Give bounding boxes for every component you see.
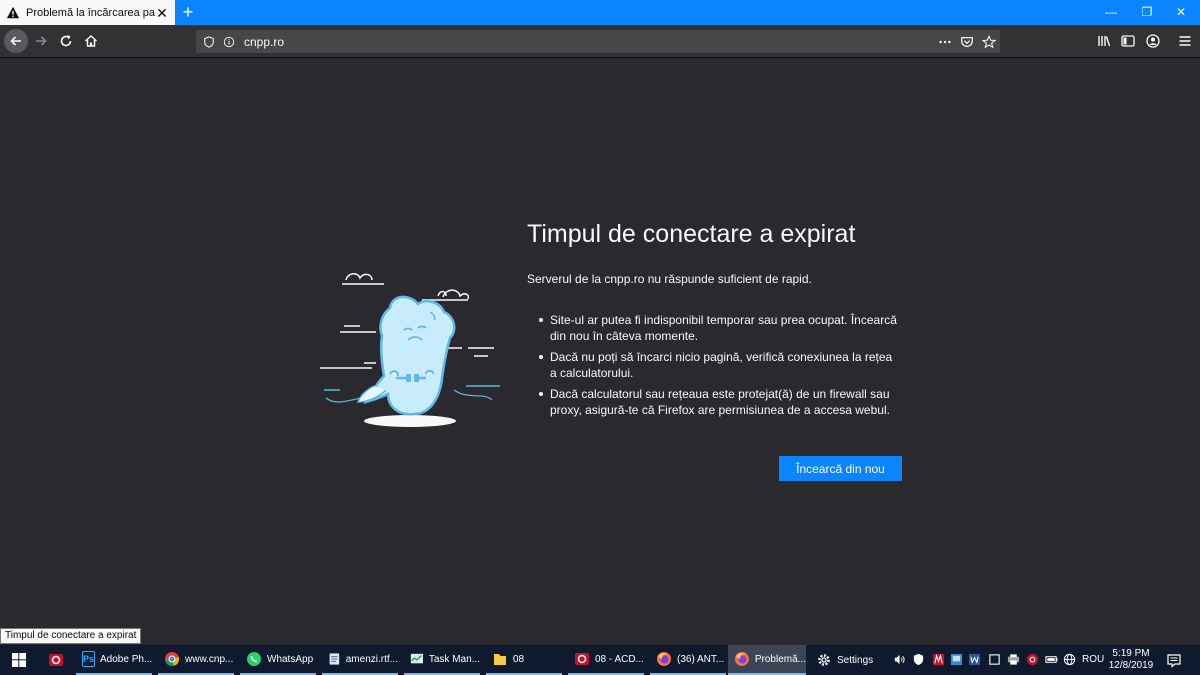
bookmark-star-icon[interactable]: [978, 31, 1000, 53]
restore-button[interactable]: ❐: [1128, 0, 1166, 25]
account-icon: [1146, 34, 1160, 48]
tooltip: Timpul de conectare a expirat: [0, 628, 142, 644]
taskbar-item-firefox-active[interactable]: Problemă...: [728, 645, 806, 675]
whatsapp-icon: [247, 652, 261, 666]
volume-icon[interactable]: [893, 653, 906, 666]
reload-icon: [60, 35, 72, 47]
document-icon: [329, 653, 340, 665]
firefox-icon: [657, 652, 671, 666]
page-actions-icon[interactable]: [934, 31, 956, 53]
printer-icon[interactable]: [1007, 653, 1020, 666]
sidebar-icon: [1121, 35, 1135, 47]
clock[interactable]: 5:19 PM 12/8/2019: [1108, 648, 1154, 672]
back-arrow-icon: [10, 36, 21, 46]
forward-button[interactable]: [29, 29, 53, 53]
gear-icon: [818, 654, 830, 666]
word-icon[interactable]: [968, 653, 981, 666]
start-button[interactable]: [0, 645, 38, 675]
folder-icon: [494, 654, 506, 665]
taskbar: Ps Adobe Ph... www.cnp... WhatsApp amenz…: [0, 645, 1200, 675]
windows-logo-icon: [12, 653, 26, 667]
battery-icon[interactable]: [1045, 653, 1058, 666]
url-bar[interactable]: cnpp.ro: [196, 30, 1000, 53]
tab-close-icon[interactable]: ✕: [155, 6, 169, 20]
list-item: Site-ul ar putea fi indisponibil tempora…: [539, 312, 900, 344]
minimize-button[interactable]: —: [1092, 0, 1130, 25]
task-manager-icon: [410, 653, 423, 664]
taskbar-item-label: WhatsApp: [267, 653, 314, 665]
browser-window: Problemă la încărcarea paginii ✕ + — ❐ ✕: [0, 0, 1200, 675]
window-icon[interactable]: [988, 653, 1001, 666]
antivirus-icon[interactable]: [932, 653, 945, 666]
taskbar-item-chrome[interactable]: www.cnp...: [158, 645, 234, 675]
clock-time: 5:19 PM: [1112, 648, 1150, 659]
taskbar-item-settings[interactable]: Settings: [810, 645, 886, 675]
taskbar-item-label: Task Man...: [428, 653, 480, 665]
language-indicator[interactable]: ROU: [1082, 645, 1104, 675]
tab-title: Problemă la încărcarea paginii: [26, 6, 155, 19]
tab-strip: Problemă la încărcarea paginii ✕ + — ❐ ✕: [0, 0, 1200, 25]
new-tab-button[interactable]: +: [178, 2, 198, 22]
menu-button[interactable]: [1173, 29, 1197, 53]
network-monitor-icon[interactable]: [950, 653, 963, 666]
error-page: Timpul de conectare a expirat Serverul d…: [0, 58, 1200, 644]
taskbar-item-task-manager[interactable]: Task Man...: [404, 645, 480, 675]
photoshop-icon: Ps: [82, 651, 96, 667]
taskbar-item-label: (36) ANT...: [677, 653, 725, 665]
taskbar-item-firefox-ant[interactable]: (36) ANT...: [650, 645, 726, 675]
library-button[interactable]: [1092, 29, 1116, 53]
acdsee-icon: [575, 653, 589, 665]
taskbar-item-label: 08: [513, 653, 525, 665]
list-item: Dacă calculatorul sau rețeaua este prote…: [539, 386, 900, 418]
error-suggestions: Site-ul ar putea fi indisponibil tempora…: [539, 312, 900, 423]
taskbar-item-label: Settings: [837, 654, 874, 666]
warning-icon: [6, 6, 20, 18]
minimize-icon: —: [1105, 5, 1117, 19]
taskbar-item-label: amenzi.rtf...: [345, 653, 398, 665]
hamburger-menu-icon: [1179, 36, 1191, 46]
acdsee-icon[interactable]: [48, 652, 64, 668]
home-icon: [84, 34, 98, 47]
back-button[interactable]: [4, 29, 28, 53]
error-short-description: Serverul de la cnpp.ro nu răspunde sufic…: [527, 272, 812, 286]
navigation-toolbar: cnpp.ro: [0, 25, 1200, 58]
try-again-button[interactable]: Încearcă din nou: [779, 456, 902, 481]
tab-active[interactable]: Problemă la încărcarea paginii ✕: [0, 0, 175, 25]
taskbar-item-label: Problemă...: [754, 653, 806, 665]
notifications-icon[interactable]: [1166, 652, 1182, 668]
home-button[interactable]: [79, 29, 103, 53]
taskbar-item-whatsapp[interactable]: WhatsApp: [240, 645, 316, 675]
sidebar-button[interactable]: [1116, 29, 1140, 53]
firefox-icon: [734, 652, 749, 666]
restore-icon: ❐: [1141, 5, 1153, 19]
site-info-icon[interactable]: [222, 35, 236, 49]
close-window-button[interactable]: ✕: [1162, 0, 1200, 25]
security-shield-icon[interactable]: [912, 653, 925, 666]
chrome-icon: [165, 652, 180, 666]
forward-arrow-icon: [36, 36, 47, 46]
taskbar-item-folder[interactable]: 08: [486, 645, 562, 675]
close-icon: ✕: [1175, 5, 1187, 19]
taskbar-item-acdsee[interactable]: 08 - ACD...: [568, 645, 644, 675]
library-icon: [1098, 36, 1111, 47]
acdsee-tray-icon[interactable]: [1026, 653, 1039, 666]
reload-button[interactable]: [54, 29, 78, 53]
taskbar-item-label: Adobe Ph...: [100, 653, 153, 665]
clock-date: 12/8/2019: [1108, 660, 1154, 671]
account-button[interactable]: [1141, 29, 1165, 53]
pocket-icon[interactable]: [956, 31, 978, 53]
error-title: Timpul de conectare a expirat: [527, 220, 856, 248]
url-text[interactable]: cnpp.ro: [244, 35, 934, 49]
list-item: Dacă nu poți să încarci nicio pagină, ve…: [539, 349, 900, 381]
taskbar-item-photoshop[interactable]: Ps Adobe Ph...: [76, 645, 152, 675]
taskbar-item-label: 08 - ACD...: [595, 653, 644, 665]
dino-illustration: [320, 273, 500, 427]
globe-network-icon[interactable]: [1063, 653, 1076, 666]
tracking-protection-icon[interactable]: [202, 35, 216, 49]
taskbar-item-label: www.cnp...: [185, 653, 234, 665]
taskbar-item-document[interactable]: amenzi.rtf...: [322, 645, 398, 675]
